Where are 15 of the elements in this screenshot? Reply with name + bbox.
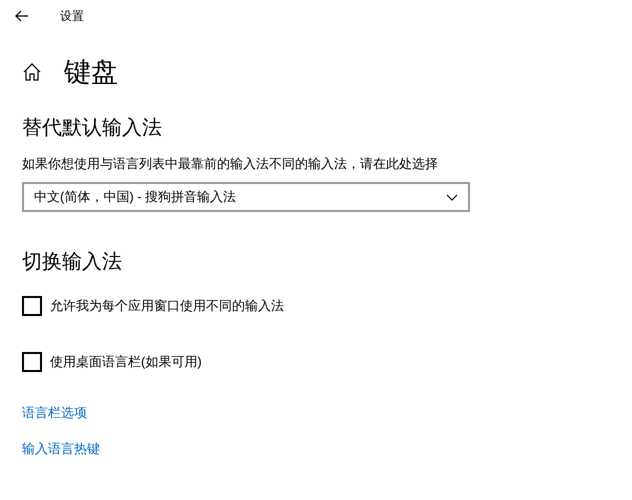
checkbox[interactable] — [22, 296, 42, 316]
section-heading: 替代默认输入法 — [22, 116, 163, 141]
input-method-dropdown[interactable]: 中文(简体，中国) - 搜狗拼音输入法 — [22, 182, 470, 212]
checkbox-label: 使用桌面语言栏(如果可用) — [50, 353, 202, 372]
settings-link[interactable]: 语言栏选项 — [22, 404, 87, 422]
home-icon — [22, 62, 42, 82]
checkbox[interactable] — [22, 352, 42, 372]
section-heading: 切换输入法 — [22, 250, 123, 275]
back-icon — [15, 10, 29, 22]
page-title: 键盘 — [64, 56, 118, 89]
section-description: 如果你想使用与语言列表中最靠前的输入法不同的输入法，请在此处选择 — [22, 155, 439, 173]
settings-link[interactable]: 输入语言热键 — [22, 440, 100, 458]
checkbox-label: 允许我为每个应用窗口使用不同的输入法 — [50, 297, 284, 316]
chevron-down-icon — [446, 194, 458, 200]
window-title: 设置 — [60, 8, 84, 25]
